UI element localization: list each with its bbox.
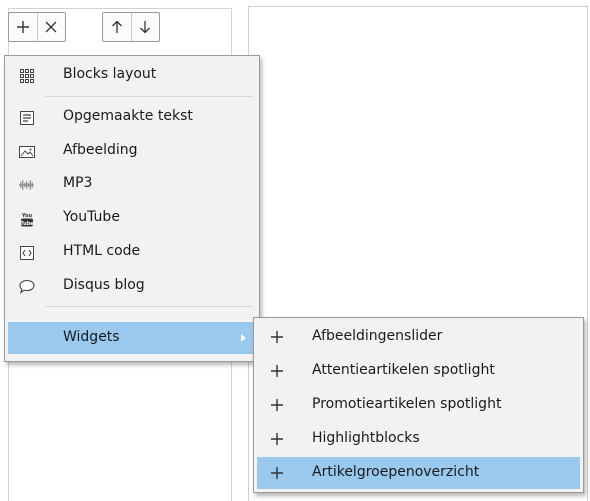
menu-item-label: Widgets: [63, 329, 120, 345]
toolbar-edit-group: [8, 12, 66, 42]
menu-item-youtube[interactable]: You Tube YouTube: [8, 202, 256, 234]
menu-item-opgemaakte-tekst[interactable]: Opgemaakte tekst: [8, 101, 256, 133]
menu-item-label: Afbeelding: [63, 142, 138, 158]
audio-wave-icon: [18, 176, 35, 193]
menu-item-label: YouTube: [63, 209, 120, 225]
plus-icon: [16, 21, 29, 33]
plus-icon: [271, 467, 283, 479]
move-down-button[interactable]: [130, 13, 160, 41]
add-block-menu: Blocks layout Opgemaakte tekst Afbeeldin…: [4, 55, 260, 362]
widgets-submenu: Afbeeldingenslider Attentieartikelen spo…: [253, 317, 584, 493]
menu-item-label: MP3: [63, 175, 93, 191]
menu-item-label: Disqus blog: [63, 277, 145, 293]
menu-item-blocks-layout[interactable]: Blocks layout: [8, 59, 256, 91]
submenu-item-artikelgroepenoverzicht[interactable]: Artikelgroepenoverzicht: [257, 457, 580, 489]
plus-icon: [271, 331, 283, 343]
menu-item-label: Opgemaakte tekst: [63, 108, 193, 124]
close-icon: [45, 21, 57, 33]
plus-icon: [271, 399, 283, 411]
html-code-icon: [18, 244, 35, 261]
menu-item-afbeelding[interactable]: Afbeelding: [8, 135, 256, 167]
submenu-item-afbeeldingenslider[interactable]: Afbeeldingenslider: [257, 321, 580, 353]
submenu-arrow-icon: [241, 334, 246, 342]
submenu-item-label: Promotieartikelen spotlight: [312, 396, 502, 412]
menu-item-disqus-blog[interactable]: Disqus blog: [8, 270, 256, 302]
submenu-item-label: Afbeeldingenslider: [312, 328, 443, 344]
menu-item-mp3[interactable]: MP3: [8, 168, 256, 200]
menu-separator: [45, 306, 253, 307]
menu-item-label: HTML code: [63, 243, 141, 259]
formatted-text-icon: [18, 109, 35, 126]
toolbar-move-group: [102, 12, 160, 42]
submenu-item-label: Attentieartikelen spotlight: [312, 362, 495, 378]
submenu-item-label: Highlightblocks: [312, 430, 420, 446]
menu-item-html-code[interactable]: HTML code: [8, 236, 256, 268]
image-icon: [18, 143, 35, 160]
menu-item-label: Blocks layout: [63, 66, 157, 82]
add-button[interactable]: [9, 13, 37, 41]
plus-icon: [271, 433, 283, 445]
arrow-up-icon: [111, 20, 122, 33]
submenu-item-promotieartikelen[interactable]: Promotieartikelen spotlight: [257, 389, 580, 421]
move-up-button[interactable]: [103, 13, 131, 41]
svg-text:You: You: [20, 213, 32, 219]
youtube-icon: You Tube: [18, 210, 35, 227]
submenu-item-attentieartikelen[interactable]: Attentieartikelen spotlight: [257, 355, 580, 387]
arrow-down-icon: [140, 21, 151, 34]
remove-button[interactable]: [36, 13, 66, 41]
grid-icon: [18, 67, 35, 84]
submenu-item-label: Artikelgroepenoverzicht: [312, 464, 480, 480]
speech-bubble-icon: [18, 278, 35, 295]
menu-item-widgets[interactable]: Widgets: [8, 322, 256, 354]
submenu-item-highlightblocks[interactable]: Highlightblocks: [257, 423, 580, 455]
menu-separator: [45, 96, 253, 97]
plus-icon: [271, 365, 283, 377]
svg-text:Tube: Tube: [20, 221, 34, 227]
